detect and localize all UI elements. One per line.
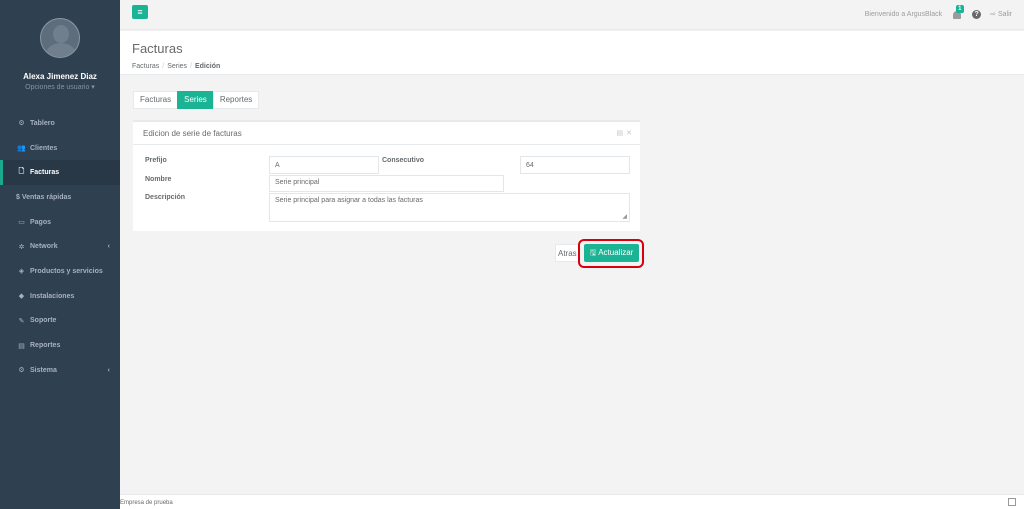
company-name: Empresa de prueba [120,500,173,506]
page-heading: Facturas Facturas / Series / Edición [120,31,1024,75]
sidebar-item-label: Tablero [30,119,55,127]
cogs-icon: ⚙ [18,367,25,375]
sidebar-item-facturas[interactable]: 🗋 Facturas [0,160,120,186]
breadcrumb-separator: / [162,63,165,70]
descripcion-label: Descripción [145,194,186,201]
sidebar-item-label: Clientes [30,144,58,152]
dashboard-icon: ⚙ [18,120,25,128]
tab-series[interactable]: Series [177,91,214,109]
tabs: Facturas Series Reportes [133,91,260,109]
sidebar-item-soporte[interactable]: ✎ Soporte [0,309,120,334]
collapse-icon[interactable]: ▤ [617,129,624,137]
sidebar-item-label: Productos y servicios [30,267,103,275]
chevron-left-icon: ‹ [107,366,110,374]
plug-icon: ◆ [18,293,25,301]
sidebar-item-label: Pagos [30,218,52,226]
notifications-bell-icon[interactable]: 1 [951,5,964,20]
wrench-icon: ✎ [18,317,25,325]
breadcrumb-facturas[interactable]: Facturas [132,63,159,70]
sidebar-nav: ⚙ Tablero 👥 Clientes 🗋 Facturas $ Ventas rá… [0,111,120,383]
top-navbar: ≡ Bienvenido a ArgusBlack 1 ? ⇨ Salir [120,0,1024,30]
footer-icon [1008,498,1016,506]
breadcrumb: Facturas / Series / Edición [132,63,1012,70]
sidebar-item-network[interactable]: ✲ Network ‹ [0,234,120,259]
database-icon: ▤ [18,342,25,350]
sidebar: Alexa Jimenez Diaz Opciones de usuario ▾… [0,0,120,509]
resize-grip-icon[interactable]: ◢ [622,213,627,220]
sidebar-item-clientes[interactable]: 👥 Clientes [0,136,120,161]
panel-tools: ▤ ✕ [617,129,633,137]
prefijo-label: Prefijo [145,157,167,164]
prefijo-input[interactable]: A [269,156,379,174]
descripcion-textarea[interactable]: Serie principal para asignar a todas las… [269,193,630,222]
panel-header: Edicion de serie de facturas ▤ ✕ [133,122,640,145]
panel-title: Edicion de serie de facturas [143,129,242,138]
page-title: Facturas [132,41,183,56]
sidebar-item-label: Reportes [30,342,61,350]
tag-icon: ◈ [18,268,25,276]
sidebar-item-label: Network [30,243,58,251]
consecutivo-input[interactable]: 64 [520,156,630,174]
footer: Empresa de prueba [120,494,1024,509]
sidebar-item-label: Facturas [30,169,60,177]
sidebar-item-pagos[interactable]: ▭ Pagos [0,210,120,235]
breadcrumb-series[interactable]: Series [167,63,187,70]
notification-badge: 1 [956,5,964,13]
update-button[interactable]: 🖫 Actualizar [584,244,639,262]
sidebar-item-label: $ Ventas rápidas [16,193,72,201]
consecutivo-label: Consecutivo [382,157,425,164]
users-icon: 👥 [17,145,26,153]
document-icon: 🗋 [18,168,25,176]
network-icon: ✲ [18,243,25,251]
sidebar-item-sistema[interactable]: ⚙ Sistema ‹ [0,358,120,383]
profile-block: Alexa Jimenez Diaz Opciones de usuario ▾ [0,0,120,105]
profile-name: Alexa Jimenez Diaz [23,72,97,81]
sidebar-item-reportes[interactable]: ▤ Reportes [0,333,120,358]
nombre-label: Nombre [145,176,172,183]
welcome-message: Bienvenido a ArgusBlack [864,10,943,18]
money-icon: ▭ [18,219,25,227]
chevron-left-icon: ‹ [107,243,110,251]
tab-facturas[interactable]: Facturas [133,91,179,109]
user-options-dropdown[interactable]: Opciones de usuario ▾ [0,83,120,91]
sidebar-item-label: Soporte [30,317,57,325]
sidebar-item-label: Instalaciones [30,292,75,300]
sidebar-item-ventas-rapidas[interactable]: $ Ventas rápidas [0,185,120,210]
sidebar-item-label: Sistema [30,366,57,374]
menu-toggle-button[interactable]: ≡ [132,5,148,19]
sidebar-item-productos[interactable]: ◈ Productos y servicios [0,259,120,284]
descripcion-text: Serie principal para asignar a todas las… [275,197,423,204]
sidebar-item-tablero[interactable]: ⚙ Tablero [0,111,120,136]
tab-reportes[interactable]: Reportes [212,91,260,109]
close-icon[interactable]: ✕ [626,129,632,137]
edit-series-panel: Edicion de serie de facturas ▤ ✕ Prefijo… [133,120,640,231]
back-button[interactable]: Atras [555,244,580,262]
breadcrumb-current: Edición [194,63,221,70]
nombre-input[interactable]: Serie principal [269,175,504,192]
avatar[interactable] [40,18,80,58]
breadcrumb-separator: / [190,63,192,70]
sidebar-item-instalaciones[interactable]: ◆ Instalaciones [0,284,120,309]
help-icon[interactable]: ? [972,9,982,19]
logout-link[interactable]: ⇨ Salir [990,10,1012,18]
top-right-area: Bienvenido a ArgusBlack 1 ? ⇨ Salir [864,5,1012,20]
